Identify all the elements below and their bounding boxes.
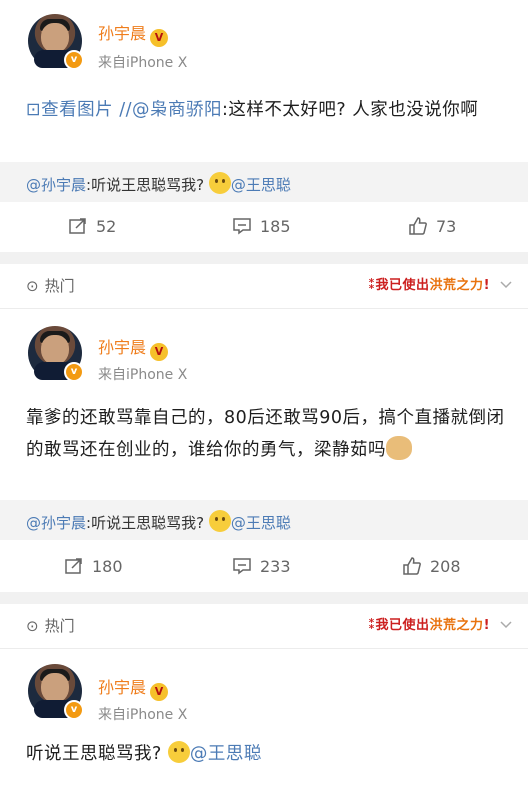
chevron-down-icon[interactable] <box>498 276 514 296</box>
author-name[interactable]: 孙宇晨 V <box>98 20 169 47</box>
smile-emoji-icon <box>208 172 231 194</box>
post-body: ⊡查看图片 //@枭商骄阳:这样不太好吧? 人家也没说你啊 <box>26 100 479 120</box>
slogan-sticker: ⁑我已使出洪荒之力! <box>368 278 490 293</box>
verified-badge-icon: v <box>64 362 84 382</box>
avatar[interactable]: v <box>28 326 84 382</box>
comment-button[interactable]: 185 <box>232 216 291 236</box>
repost-mention-link[interactable]: @王思聪 <box>231 514 291 532</box>
author-name[interactable]: 孙宇晨 V <box>98 334 169 361</box>
like-icon <box>409 217 427 235</box>
separator-line <box>0 648 528 649</box>
post-source: 来自iPhone X <box>98 367 188 383</box>
hot-bar[interactable]: ⊙ 热门 ⁑我已使出洪荒之力! <box>0 604 528 648</box>
repost-author-link[interactable]: @孙宇晨 <box>26 176 86 194</box>
repost-mention-link[interactable]: @王思聪 <box>231 176 291 194</box>
hot-icon: ⊙ <box>26 616 39 635</box>
repost-icon <box>65 558 82 574</box>
post-source: 来自iPhone X <box>98 707 188 723</box>
post-body: 靠爹的还敢骂靠自己的，80后还敢骂90后，搞个直播就倒闭的敢骂还在创业的，谁给你… <box>26 408 505 460</box>
repost-button[interactable]: 180 <box>64 556 123 576</box>
comment-icon <box>233 558 251 575</box>
doge-emoji-icon <box>386 436 412 460</box>
verified-badge-icon: v <box>64 700 84 720</box>
section-divider <box>0 252 528 264</box>
slogan-sticker: ⁑我已使出洪荒之力! <box>368 618 490 633</box>
vip-badge-icon: V <box>150 343 169 361</box>
mention-link[interactable]: @枭商骄阳 <box>132 100 222 120</box>
hot-label: 热门 <box>44 277 75 295</box>
image-icon: ⊡ <box>26 100 42 120</box>
hot-bar[interactable]: ⊙ 热门 ⁑我已使出洪荒之力! <box>0 264 528 308</box>
like-button[interactable]: 73 <box>408 216 456 236</box>
repost-author-link[interactable]: @孙宇晨 <box>26 514 86 532</box>
author-name[interactable]: 孙宇晨 V <box>98 674 169 701</box>
retweet-box[interactable]: @孙宇晨:听说王思聪骂我? @王思聪 <box>0 162 528 202</box>
mention-link[interactable]: @王思聪 <box>190 744 262 764</box>
verified-badge-icon: v <box>64 50 84 70</box>
section-divider <box>0 592 528 604</box>
separator-line <box>0 308 528 309</box>
repost-icon <box>69 218 86 234</box>
avatar[interactable]: v <box>28 14 84 70</box>
action-bar: 52 185 73 <box>0 202 528 252</box>
smile-emoji-icon <box>208 510 231 532</box>
hot-icon: ⊙ <box>26 276 39 295</box>
comment-icon <box>233 218 251 235</box>
hot-label: 热门 <box>44 617 75 635</box>
retweet-box[interactable]: @孙宇晨:听说王思聪骂我? @王思聪 <box>0 500 528 540</box>
like-button[interactable]: 208 <box>402 556 461 576</box>
action-bar: 180 233 208 <box>0 542 528 592</box>
vip-badge-icon: V <box>150 29 169 47</box>
post-source: 来自iPhone X <box>98 55 188 71</box>
vip-badge-icon: V <box>150 683 169 701</box>
smile-emoji-icon <box>167 741 190 763</box>
chevron-down-icon[interactable] <box>498 616 514 636</box>
like-icon <box>403 557 421 575</box>
comment-button[interactable]: 233 <box>232 556 291 576</box>
post-body: 听说王思聪骂我? @王思聪 <box>26 738 506 770</box>
repost-button[interactable]: 52 <box>68 216 116 236</box>
view-image-link[interactable]: ⊡查看图片 // <box>26 100 132 120</box>
avatar[interactable]: v <box>28 664 84 720</box>
